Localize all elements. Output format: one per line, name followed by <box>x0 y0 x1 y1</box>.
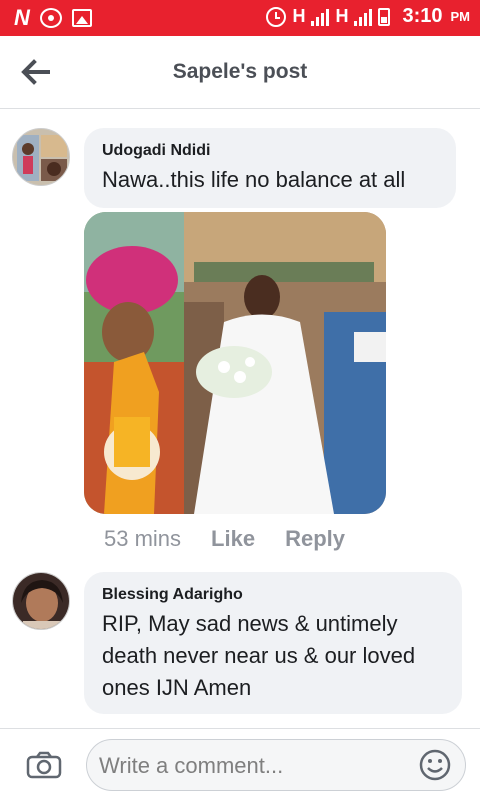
signal-icon <box>311 8 330 26</box>
status-bar: N H H 3:10 PM <box>0 0 480 36</box>
notification-icons: N <box>14 6 92 30</box>
comment-author[interactable]: Udogadi Ndidi <box>102 142 438 160</box>
chat-bubble-icon <box>39 8 62 28</box>
page-title: Sapele's post <box>172 60 308 83</box>
avatar[interactable] <box>12 572 70 630</box>
comment-placeholder: Write a comment... <box>99 753 284 778</box>
avatar[interactable] <box>12 128 70 186</box>
like-button[interactable]: Like <box>211 526 255 552</box>
post-header: Sapele's post <box>0 36 480 109</box>
comment-actions: 53 mins Like Reply <box>104 526 345 552</box>
network-type-1: H <box>292 6 306 26</box>
system-indicators: H H 3:10 PM <box>266 5 470 28</box>
camera-icon[interactable] <box>26 751 62 779</box>
clock-time: 3:10 <box>402 5 443 27</box>
comment-input[interactable]: Write a comment... <box>86 739 466 791</box>
comment-bubble: Blessing Adarigho RIP, May sad news & un… <box>84 572 462 714</box>
signal-icon <box>354 8 373 26</box>
comment-timestamp: 53 mins <box>104 526 182 551</box>
comment-text: Nawa..this life no balance at all <box>102 167 406 192</box>
battery-icon <box>378 7 391 26</box>
comment-author[interactable]: Blessing Adarigho <box>102 586 444 604</box>
comment-text: RIP, May sad news & untimely death never… <box>102 611 416 700</box>
emoji-icon[interactable] <box>419 749 451 781</box>
clock-ampm: PM <box>450 9 471 24</box>
reply-button[interactable]: Reply <box>285 526 345 552</box>
comment-bubble: Udogadi Ndidi Nawa..this life no balance… <box>84 128 456 208</box>
comment-photo[interactable] <box>84 212 386 514</box>
comment-composer: Write a comment... <box>0 728 480 801</box>
alarm-icon <box>266 6 287 27</box>
network-type-2: H <box>335 6 349 26</box>
image-icon <box>71 9 92 27</box>
n-app-icon: N <box>14 5 30 30</box>
